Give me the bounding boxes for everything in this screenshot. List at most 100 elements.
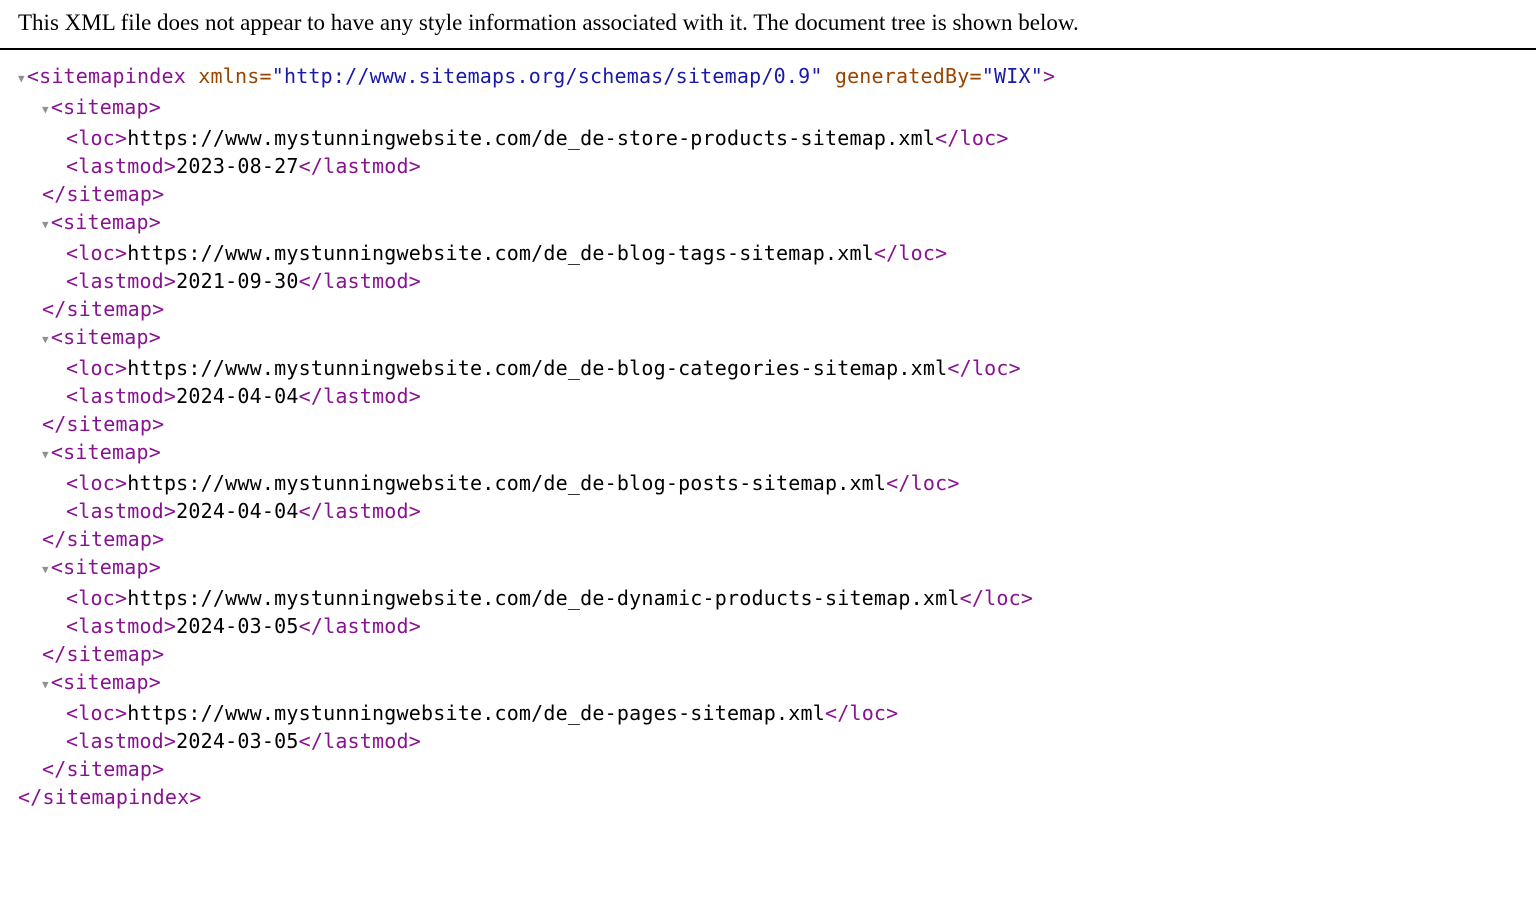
sitemap-entry: ▼<sitemap><loc>https://www.mystunningweb… [18, 668, 1518, 783]
loc-line: <loc>https://www.mystunningwebsite.com/d… [18, 584, 1518, 612]
lastmod-open-tag: <lastmod> [66, 154, 176, 178]
collapse-toggle-icon[interactable]: ▼ [42, 326, 49, 354]
attr-quote: " [1031, 64, 1043, 88]
lastmod-close-tag: </lastmod> [299, 154, 421, 178]
sitemap-close-tag: </sitemap> [42, 182, 164, 206]
loc-close-tag: </loc> [874, 241, 947, 265]
loc-open-tag: <loc> [66, 471, 127, 495]
lastmod-line: <lastmod>2021-09-30</lastmod> [18, 267, 1518, 295]
loc-close-tag: </loc> [935, 126, 1008, 150]
root-open-line: ▼<sitemapindex xmlns="http://www.sitemap… [18, 62, 1518, 93]
loc-open-tag: <loc> [66, 586, 127, 610]
loc-text: https://www.mystunningwebsite.com/de_de-… [127, 356, 947, 380]
attr-quote: " [272, 64, 284, 88]
loc-text: https://www.mystunningwebsite.com/de_de-… [127, 471, 886, 495]
lastmod-open-tag: <lastmod> [66, 269, 176, 293]
loc-close-tag: </loc> [960, 586, 1033, 610]
root-attr-val-0: http://www.sitemaps.org/schemas/sitemap/… [284, 64, 810, 88]
sitemap-open-tag: <sitemap> [51, 670, 161, 694]
loc-line: <loc>https://www.mystunningwebsite.com/d… [18, 124, 1518, 152]
sitemap-entry: ▼<sitemap><loc>https://www.mystunningweb… [18, 553, 1518, 668]
root-open-tag-start: <sitemapindex [27, 64, 186, 88]
lastmod-text: 2024-04-04 [176, 499, 298, 523]
lastmod-line: <lastmod>2024-03-05</lastmod> [18, 727, 1518, 755]
sitemap-close-tag: </sitemap> [42, 757, 164, 781]
collapse-toggle-icon[interactable]: ▼ [42, 96, 49, 124]
sitemap-open-line: ▼<sitemap> [18, 438, 1518, 469]
sitemap-close-tag: </sitemap> [42, 642, 164, 666]
lastmod-close-tag: </lastmod> [299, 499, 421, 523]
sitemap-close-line: </sitemap> [18, 180, 1518, 208]
root-close-tag: </sitemapindex> [18, 785, 202, 809]
sitemap-open-line: ▼<sitemap> [18, 93, 1518, 124]
lastmod-line: <lastmod>2024-04-04</lastmod> [18, 497, 1518, 525]
loc-open-tag: <loc> [66, 356, 127, 380]
loc-line: <loc>https://www.mystunningwebsite.com/d… [18, 469, 1518, 497]
sitemap-close-tag: </sitemap> [42, 527, 164, 551]
lastmod-line: <lastmod>2023-08-27</lastmod> [18, 152, 1518, 180]
loc-open-tag: <loc> [66, 241, 127, 265]
lastmod-open-tag: <lastmod> [66, 729, 176, 753]
lastmod-close-tag: </lastmod> [299, 384, 421, 408]
root-close-line: </sitemapindex> [18, 783, 1518, 811]
attr-quote: " [810, 64, 822, 88]
lastmod-open-tag: <lastmod> [66, 614, 176, 638]
lastmod-line: <lastmod>2024-04-04</lastmod> [18, 382, 1518, 410]
sitemap-close-line: </sitemap> [18, 640, 1518, 668]
loc-close-tag: </loc> [886, 471, 959, 495]
loc-text: https://www.mystunningwebsite.com/de_de-… [127, 241, 874, 265]
loc-line: <loc>https://www.mystunningwebsite.com/d… [18, 699, 1518, 727]
lastmod-open-tag: <lastmod> [66, 499, 176, 523]
root-attr-name-1: generatedBy [835, 64, 970, 88]
collapse-toggle-icon[interactable]: ▼ [18, 65, 25, 93]
lastmod-open-tag: <lastmod> [66, 384, 176, 408]
collapse-toggle-icon[interactable]: ▼ [42, 556, 49, 584]
sitemap-open-line: ▼<sitemap> [18, 553, 1518, 584]
collapse-toggle-icon[interactable]: ▼ [42, 211, 49, 239]
root-open-tag-end: > [1043, 64, 1055, 88]
loc-close-tag: </loc> [947, 356, 1020, 380]
loc-open-tag: <loc> [66, 701, 127, 725]
sitemap-close-line: </sitemap> [18, 295, 1518, 323]
attr-eq: = [969, 64, 981, 88]
sitemap-open-tag: <sitemap> [51, 95, 161, 119]
lastmod-close-tag: </lastmod> [299, 729, 421, 753]
root-attr-val-1: WIX [994, 64, 1031, 88]
loc-close-tag: </loc> [825, 701, 898, 725]
lastmod-text: 2024-03-05 [176, 729, 298, 753]
loc-line: <loc>https://www.mystunningwebsite.com/d… [18, 354, 1518, 382]
lastmod-close-tag: </lastmod> [299, 614, 421, 638]
lastmod-text: 2024-03-05 [176, 614, 298, 638]
sitemap-close-tag: </sitemap> [42, 412, 164, 436]
collapse-toggle-icon[interactable]: ▼ [42, 671, 49, 699]
root-attr-name-0: xmlns [198, 64, 259, 88]
sitemap-open-line: ▼<sitemap> [18, 668, 1518, 699]
xml-tree: ▼<sitemapindex xmlns="http://www.sitemap… [0, 50, 1536, 823]
attr-eq: = [259, 64, 271, 88]
loc-open-tag: <loc> [66, 126, 127, 150]
xml-no-style-notice: This XML file does not appear to have an… [0, 0, 1536, 50]
attr-quote: " [982, 64, 994, 88]
sitemap-open-line: ▼<sitemap> [18, 323, 1518, 354]
sitemap-open-tag: <sitemap> [51, 555, 161, 579]
loc-text: https://www.mystunningwebsite.com/de_de-… [127, 126, 935, 150]
lastmod-text: 2021-09-30 [176, 269, 298, 293]
sitemap-entry: ▼<sitemap><loc>https://www.mystunningweb… [18, 93, 1518, 208]
sitemap-close-tag: </sitemap> [42, 297, 164, 321]
loc-text: https://www.mystunningwebsite.com/de_de-… [127, 701, 825, 725]
loc-line: <loc>https://www.mystunningwebsite.com/d… [18, 239, 1518, 267]
sitemap-entry: ▼<sitemap><loc>https://www.mystunningweb… [18, 438, 1518, 553]
sitemap-open-tag: <sitemap> [51, 210, 161, 234]
sitemap-entry: ▼<sitemap><loc>https://www.mystunningweb… [18, 323, 1518, 438]
sitemap-close-line: </sitemap> [18, 525, 1518, 553]
lastmod-text: 2024-04-04 [176, 384, 298, 408]
sitemap-open-line: ▼<sitemap> [18, 208, 1518, 239]
loc-text: https://www.mystunningwebsite.com/de_de-… [127, 586, 959, 610]
sitemap-entry: ▼<sitemap><loc>https://www.mystunningweb… [18, 208, 1518, 323]
collapse-toggle-icon[interactable]: ▼ [42, 441, 49, 469]
lastmod-line: <lastmod>2024-03-05</lastmod> [18, 612, 1518, 640]
sitemap-close-line: </sitemap> [18, 410, 1518, 438]
sitemap-open-tag: <sitemap> [51, 440, 161, 464]
sitemap-open-tag: <sitemap> [51, 325, 161, 349]
lastmod-close-tag: </lastmod> [299, 269, 421, 293]
